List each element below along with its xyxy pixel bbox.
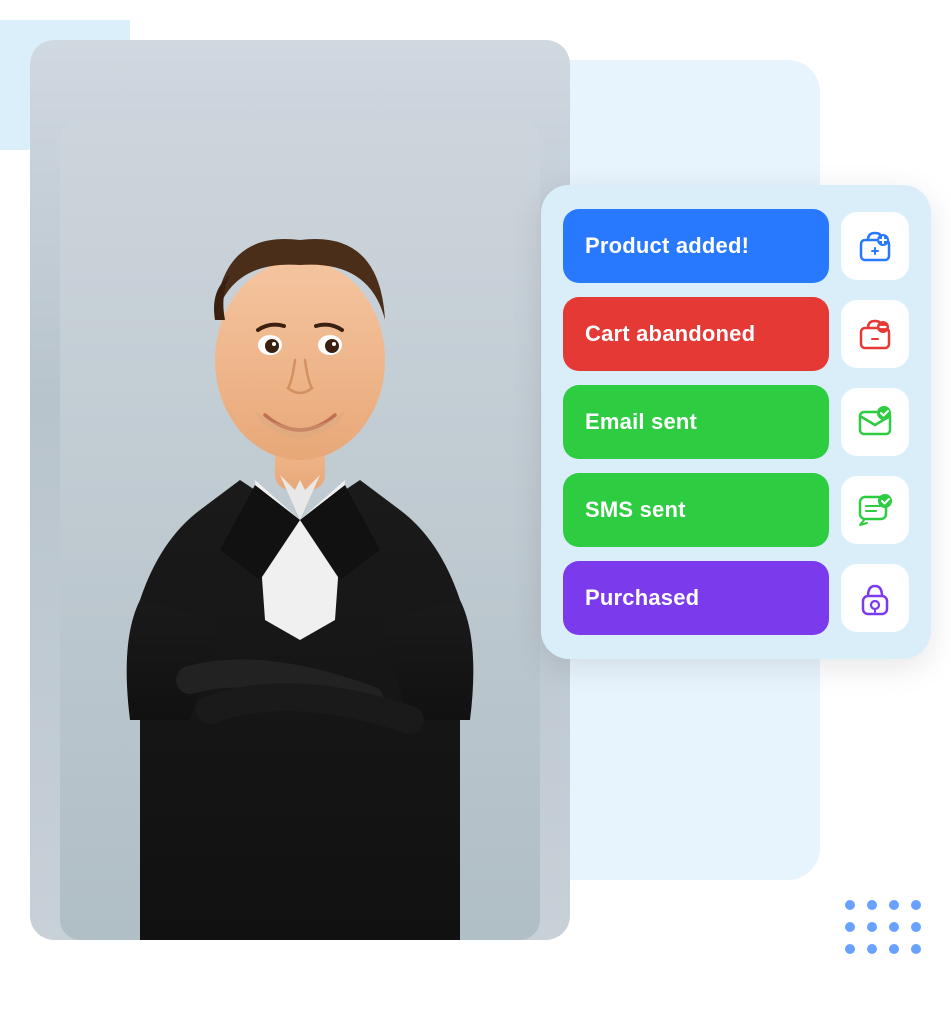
shop-icon [841, 212, 909, 280]
dot [889, 944, 899, 954]
event-row-sms-sent: SMS sent [563, 473, 909, 547]
dot [911, 900, 921, 910]
dot [867, 900, 877, 910]
event-label-cart-abandoned: Cart abandoned [563, 297, 829, 371]
dot [867, 944, 877, 954]
event-row-product-added: Product added! [563, 209, 909, 283]
event-label-sms-sent: SMS sent [563, 473, 829, 547]
events-card: Product added! Cart abandoned [541, 185, 931, 659]
dot [889, 900, 899, 910]
event-label-email-sent: Email sent [563, 385, 829, 459]
dot [889, 922, 899, 932]
dot [845, 922, 855, 932]
shop-red-icon [841, 300, 909, 368]
dot [867, 922, 877, 932]
dot [911, 944, 921, 954]
dot [911, 922, 921, 932]
dot [845, 944, 855, 954]
lock-icon [841, 564, 909, 632]
event-row-cart-abandoned: Cart abandoned [563, 297, 909, 371]
event-row-purchased: Purchased [563, 561, 909, 635]
scene: Product added! Cart abandoned [0, 0, 951, 1014]
dot-grid [845, 900, 921, 954]
person-photo [30, 40, 570, 940]
sms-icon [841, 476, 909, 544]
dot [845, 900, 855, 910]
event-label-product-added: Product added! [563, 209, 829, 283]
email-icon [841, 388, 909, 456]
event-label-purchased: Purchased [563, 561, 829, 635]
event-row-email-sent: Email sent [563, 385, 909, 459]
